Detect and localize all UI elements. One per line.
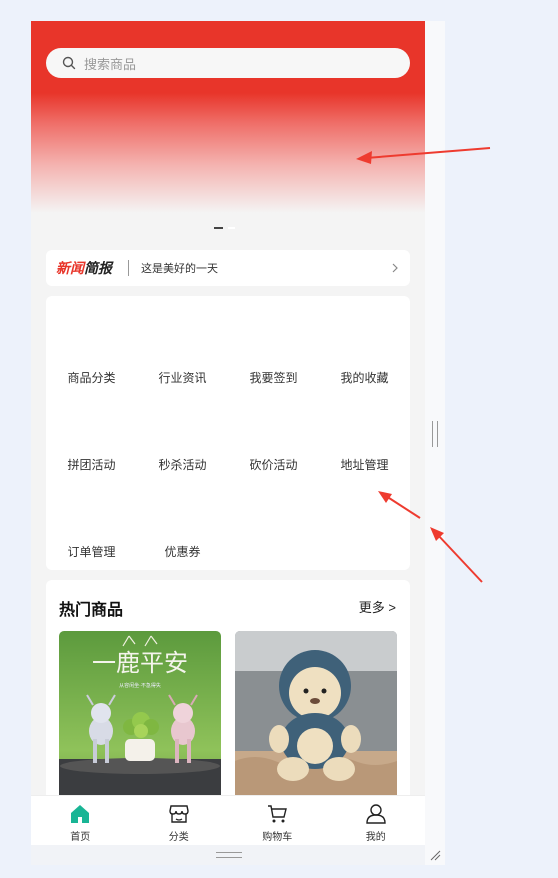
- menu-item[interactable]: 我要签到: [228, 369, 319, 386]
- news-text: 这是美好的一天: [141, 263, 218, 275]
- carousel-dot[interactable]: [228, 227, 235, 229]
- tab-category[interactable]: 分类: [130, 796, 229, 845]
- search-placeholder: 搜索商品: [84, 56, 137, 72]
- bottom-tabbar: 首页 分类 购物车 我的: [31, 795, 425, 845]
- resize-handle-bottom[interactable]: [216, 852, 242, 858]
- carousel-dot-active[interactable]: [214, 227, 223, 229]
- menu-item[interactable]: 地址管理: [319, 456, 410, 473]
- user-icon: [365, 803, 387, 825]
- menu-item[interactable]: 订单管理: [46, 543, 137, 560]
- news-logo: 新闻 简报: [56, 258, 112, 278]
- product-image-title: 一鹿平安: [92, 650, 188, 677]
- banner-carousel[interactable]: [31, 93, 425, 213]
- tab-label: 首页: [70, 832, 91, 843]
- news-bar[interactable]: 新闻 简报 这是美好的一天: [46, 250, 410, 286]
- carousel-indicator: [214, 227, 235, 229]
- shop-icon: [168, 803, 190, 825]
- more-link[interactable]: 更多 >: [359, 597, 396, 616]
- phone-preview: 搜索商品 新闻 简报 这是美好的一天 商品分类 行业资讯 我要签到 我的收藏 拼…: [31, 21, 425, 865]
- product-card-deer[interactable]: 一鹿平安 从容闲坐·不急得失: [59, 631, 221, 801]
- menu-item[interactable]: 行业资讯: [137, 369, 228, 386]
- header-bar: 搜索商品: [31, 21, 425, 93]
- product-image-subtitle: 从容闲坐·不急得失: [119, 682, 161, 689]
- menu-item[interactable]: 秒杀活动: [137, 456, 228, 473]
- home-icon: [69, 803, 91, 825]
- search-input[interactable]: 搜索商品: [46, 48, 410, 78]
- deer-product-image: 一鹿平安 从容闲坐·不急得失: [59, 631, 221, 801]
- chevron-right-icon: [388, 261, 402, 275]
- search-icon: [62, 56, 76, 70]
- cart-icon: [266, 803, 288, 825]
- menu-item[interactable]: 拼团活动: [46, 456, 137, 473]
- menu-grid: 商品分类 行业资讯 我要签到 我的收藏 拼团活动 秒杀活动 砍价活动 地址管理 …: [46, 296, 410, 570]
- menu-item[interactable]: 我的收藏: [319, 369, 410, 386]
- news-logo-dark: 简报: [84, 260, 112, 276]
- tab-home[interactable]: 首页: [31, 796, 130, 845]
- tab-label: 我的: [365, 832, 386, 843]
- tab-label: 分类: [168, 832, 189, 843]
- tab-label: 购物车: [262, 832, 293, 843]
- tab-cart[interactable]: 购物车: [228, 796, 327, 845]
- resize-corner-icon[interactable]: [429, 849, 441, 861]
- tab-profile[interactable]: 我的: [327, 796, 426, 845]
- resize-handle-side[interactable]: [432, 421, 438, 447]
- menu-item[interactable]: 商品分类: [46, 369, 137, 386]
- product-card-plush[interactable]: [235, 631, 397, 801]
- news-logo-red: 新闻: [56, 260, 84, 276]
- menu-item[interactable]: 砍价活动: [228, 456, 319, 473]
- device-frame: 搜索商品 新闻 简报 这是美好的一天 商品分类 行业资讯 我要签到 我的收藏 拼…: [31, 21, 445, 865]
- plush-product-image: [235, 631, 397, 801]
- menu-item[interactable]: 优惠券: [137, 543, 228, 560]
- section-title: 热门商品: [59, 602, 124, 619]
- divider: [128, 260, 129, 276]
